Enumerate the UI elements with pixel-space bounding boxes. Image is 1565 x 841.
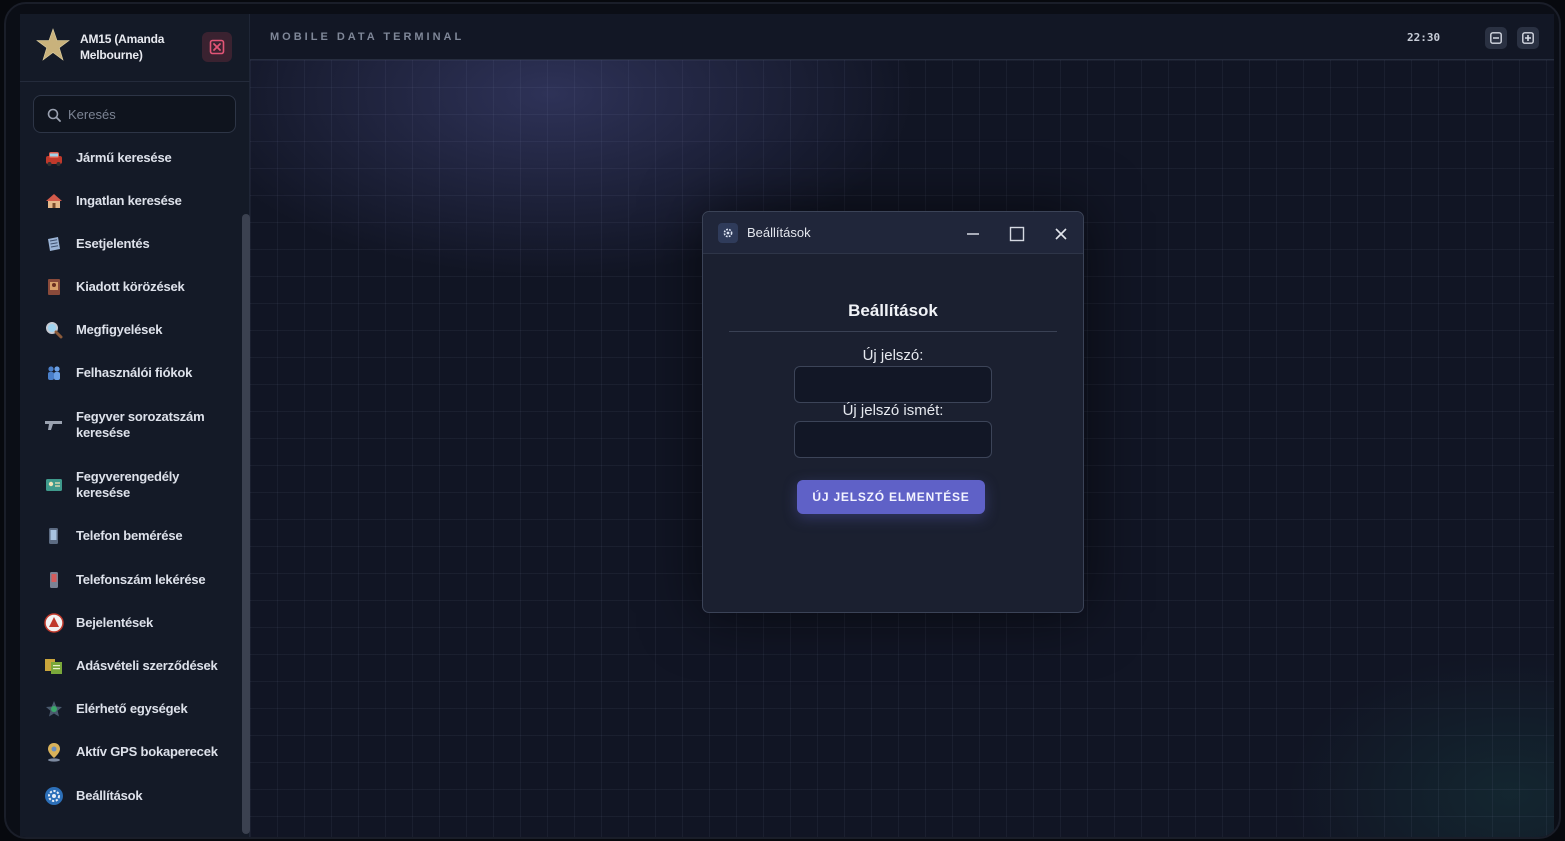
window-minimize-button[interactable]: [962, 223, 984, 245]
app-title: MOBILE DATA TERMINAL: [270, 31, 465, 43]
close-icon: [1055, 228, 1067, 240]
settings-heading: Beállítások: [848, 301, 938, 320]
sidebar-item-sales-contracts[interactable]: Adásvételi szerződések: [20, 645, 242, 688]
magnifier-icon: [44, 320, 64, 340]
expand-terminal-button[interactable]: [1517, 27, 1539, 49]
sidebar-item-vehicle-search[interactable]: Jármű keresése: [20, 136, 242, 180]
maximize-icon: [1009, 226, 1025, 242]
sidebar-item-label: Ingatlan keresése: [76, 193, 182, 208]
sidebar-item-label: Fegyver sorozatszám keresése: [76, 409, 205, 440]
phone-track-icon: [44, 526, 64, 546]
units-icon: [44, 699, 64, 719]
sidebar-item-label: Beállítások: [76, 788, 143, 803]
sidebar-item-label: Elérhető egységek: [76, 701, 188, 716]
sidebar-item-gun-serial-search[interactable]: Fegyver sorozatszám keresése: [20, 395, 242, 455]
sidebar-item-property-search[interactable]: Ingatlan keresése: [20, 180, 242, 223]
warrant-icon: [44, 277, 64, 297]
contract-icon: [44, 656, 64, 676]
clock: 22:30: [1407, 31, 1441, 44]
sidebar-item-label: Jármű keresése: [76, 150, 172, 165]
report-icon: [44, 234, 64, 254]
search-icon: [47, 108, 61, 122]
confirm-password-label: Új jelszó ismét:: [842, 402, 944, 419]
search-input[interactable]: [68, 96, 228, 132]
new-password-label: Új jelszó:: [862, 347, 924, 364]
sidebar-item-available-units[interactable]: Elérhető egységek: [20, 688, 242, 731]
sidebar-item-user-accounts[interactable]: Felhasználói fiókok: [20, 352, 242, 395]
top-bar: MOBILE DATA TERMINAL 22:30: [250, 14, 1554, 60]
window-titlebar[interactable]: Beállítások: [703, 212, 1083, 254]
sidebar-item-settings[interactable]: Beállítások: [20, 774, 242, 818]
gear-icon: [718, 223, 738, 243]
window-maximize-button[interactable]: [1006, 223, 1028, 245]
new-password-input[interactable]: [794, 366, 992, 403]
sidebar-item-active-gps-anklets[interactable]: Aktív GPS bokaperecek: [20, 731, 242, 774]
sidebar-item-label: Esetjelentés: [76, 236, 150, 251]
minus-box-icon: [1490, 32, 1502, 44]
sidebar-item-label: Bejelentések: [76, 615, 154, 630]
sidebar-scrollbar[interactable]: [242, 214, 250, 834]
sidebar-item-gun-license-search[interactable]: Fegyverengedély keresése: [20, 455, 242, 515]
user-name: AM15 (Amanda Melbourne): [80, 32, 165, 62]
sidebar-item-label: Kiadott körözések: [76, 279, 185, 294]
license-icon: [44, 475, 64, 495]
sidebar-item-issued-warrants[interactable]: Kiadott körözések: [20, 266, 242, 309]
confirm-password-input[interactable]: [794, 421, 992, 458]
gun-icon: [44, 415, 64, 435]
sidebar-item-label: Fegyverengedély keresése: [76, 469, 180, 500]
sidebar-item-phone-number-lookup[interactable]: Telefonszám lekérése: [20, 558, 242, 602]
sidebar-item-label: Adásvételi szerződések: [76, 658, 218, 673]
profile-header: AM15 (Amanda Melbourne): [20, 14, 250, 82]
gear-icon: [44, 786, 64, 806]
users-icon: [44, 363, 64, 383]
logout-button[interactable]: [202, 32, 232, 62]
sidebar-item-label: Aktív GPS bokaperecek: [76, 744, 218, 759]
sidebar-item-phone-tracking[interactable]: Telefon bemérése: [20, 515, 242, 558]
phone-icon: [44, 570, 64, 590]
window-close-button[interactable]: [1050, 223, 1072, 245]
gps-icon: [44, 742, 64, 762]
alert-icon: [44, 613, 64, 633]
divider: [729, 331, 1057, 332]
car-icon: [44, 148, 64, 168]
sidebar-item-label: Telefonszám lekérése: [76, 572, 206, 587]
sidebar-item-label: Megfigyelések: [76, 322, 163, 337]
sidebar-item-label: Felhasználói fiókok: [76, 365, 193, 380]
sidebar: AM15 (Amanda Melbourne) Jármű keresése: [20, 14, 250, 837]
minimize-icon: [967, 233, 979, 235]
settings-window: Beállítások Beállítások Új jelszó: Új je…: [702, 211, 1084, 613]
house-icon: [44, 191, 64, 211]
star-badge-icon: [36, 28, 70, 61]
plus-box-icon: [1522, 32, 1534, 44]
minimize-terminal-button[interactable]: [1485, 27, 1507, 49]
close-box-icon: [209, 39, 225, 55]
search-box: [33, 95, 236, 133]
save-password-button[interactable]: ÚJ JELSZÓ ELMENTÉSE: [797, 480, 985, 514]
window-title: Beállítások: [747, 225, 811, 240]
sidebar-item-label: Telefon bemérése: [76, 528, 183, 543]
sidebar-item-reports[interactable]: Bejelentések: [20, 602, 242, 645]
sidebar-item-incident-report[interactable]: Esetjelentés: [20, 223, 242, 266]
sidebar-item-surveillance[interactable]: Megfigyelések: [20, 309, 242, 352]
